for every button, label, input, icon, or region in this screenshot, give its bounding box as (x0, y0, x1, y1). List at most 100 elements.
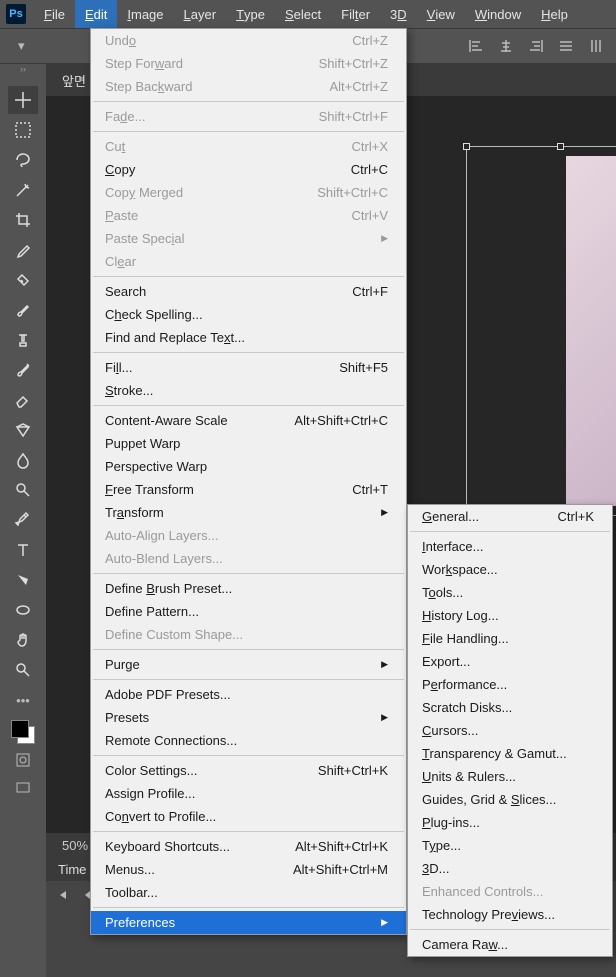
prefs-item-tools[interactable]: Tools... (408, 581, 612, 604)
menu-item-shortcut: Ctrl+F (352, 284, 388, 299)
prefs-item-general[interactable]: General...Ctrl+K (408, 505, 612, 528)
edit-item-check-spelling[interactable]: Check Spelling... (91, 303, 406, 326)
prefs-item-interface[interactable]: Interface... (408, 535, 612, 558)
prefs-item-units-rulers[interactable]: Units & Rulers... (408, 765, 612, 788)
edit-item-define-brush-preset[interactable]: Define Brush Preset... (91, 577, 406, 600)
edit-item-find-and-replace-text[interactable]: Find and Replace Text... (91, 326, 406, 349)
transform-bounding-box[interactable] (466, 146, 616, 516)
eraser-tool[interactable] (8, 386, 38, 414)
edit-item-color-settings[interactable]: Color Settings...Shift+Ctrl+K (91, 759, 406, 782)
edit-item-purge[interactable]: Purge▶ (91, 653, 406, 676)
hand-tool[interactable] (8, 626, 38, 654)
edit-item-preferences[interactable]: Preferences▶ (91, 911, 406, 934)
edit-item-free-transform[interactable]: Free TransformCtrl+T (91, 478, 406, 501)
menu-select[interactable]: Select (275, 0, 331, 28)
clone-stamp-tool[interactable] (8, 326, 38, 354)
color-swatches[interactable] (11, 720, 35, 744)
zoom-tool[interactable] (8, 656, 38, 684)
prefs-item-scratch-disks[interactable]: Scratch Disks... (408, 696, 612, 719)
prefs-item-file-handling[interactable]: File Handling... (408, 627, 612, 650)
menu-view[interactable]: View (417, 0, 465, 28)
edit-item-toolbar[interactable]: Toolbar... (91, 881, 406, 904)
foreground-swatch[interactable] (11, 720, 29, 738)
menu-type[interactable]: Type (226, 0, 275, 28)
handle-top-center[interactable] (557, 143, 564, 150)
edit-item-convert-to-profile[interactable]: Convert to Profile... (91, 805, 406, 828)
prefs-item-transparency-gamut[interactable]: Transparency & Gamut... (408, 742, 612, 765)
menu-window[interactable]: Window (465, 0, 531, 28)
edit-item-perspective-warp[interactable]: Perspective Warp (91, 455, 406, 478)
distribute2-icon[interactable] (588, 38, 604, 54)
first-frame-icon[interactable] (56, 889, 68, 904)
prefs-item-workspace[interactable]: Workspace... (408, 558, 612, 581)
edit-item-menus[interactable]: Menus...Alt+Shift+Ctrl+M (91, 858, 406, 881)
menu-3d[interactable]: 3D (380, 0, 417, 28)
edit-item-transform[interactable]: Transform▶ (91, 501, 406, 524)
crop-tool[interactable] (8, 206, 38, 234)
gradient-tool[interactable] (8, 416, 38, 444)
distribute-icon[interactable] (558, 38, 574, 54)
zoom-level[interactable]: 50% (62, 838, 88, 853)
align-center-icon[interactable] (498, 38, 514, 54)
pen-tool[interactable] (8, 506, 38, 534)
preferences-submenu: General...Ctrl+K Interface... Workspace...… (407, 504, 613, 957)
type-tool[interactable] (8, 536, 38, 564)
prefs-item-export[interactable]: Export... (408, 650, 612, 673)
blur-tool[interactable] (8, 446, 38, 474)
menu-file[interactable]: File (34, 0, 75, 28)
edit-item-assign-profile[interactable]: Assign Profile... (91, 782, 406, 805)
healing-brush-tool[interactable] (8, 266, 38, 294)
shape-tool[interactable] (8, 596, 38, 624)
history-brush-tool[interactable] (8, 356, 38, 384)
move-tool[interactable] (8, 86, 38, 114)
quickmask-button[interactable] (8, 748, 38, 772)
edit-item-define-pattern[interactable]: Define Pattern... (91, 600, 406, 623)
menu-item-label: Toolbar... (105, 885, 388, 900)
menu-item-label: Interface... (422, 539, 594, 554)
prefs-item-technology-previews[interactable]: Technology Previews... (408, 903, 612, 926)
edit-item-step-backward: Step BackwardAlt+Ctrl+Z (91, 75, 406, 98)
handle-top-left[interactable] (463, 143, 470, 150)
prefs-item-history-log[interactable]: History Log... (408, 604, 612, 627)
edit-item-copy[interactable]: CopyCtrl+C (91, 158, 406, 181)
edit-item-search[interactable]: SearchCtrl+F (91, 280, 406, 303)
prefs-item-3d[interactable]: 3D... (408, 857, 612, 880)
prefs-item-performance[interactable]: Performance... (408, 673, 612, 696)
edit-item-content-aware-scale[interactable]: Content-Aware ScaleAlt+Shift+Ctrl+C (91, 409, 406, 432)
marquee-tool[interactable] (8, 116, 38, 144)
align-left-icon[interactable] (468, 38, 484, 54)
edit-item-stroke[interactable]: Stroke... (91, 379, 406, 402)
menu-help[interactable]: Help (531, 0, 578, 28)
brush-tool[interactable] (8, 296, 38, 324)
menu-item-label: Color Settings... (105, 763, 294, 778)
prefs-item-enhanced-controls: Enhanced Controls... (408, 880, 612, 903)
dodge-tool[interactable] (8, 476, 38, 504)
prefs-item-camera-raw[interactable]: Camera Raw... (408, 933, 612, 956)
document-tab[interactable]: 앞면 (62, 71, 86, 90)
edit-item-puppet-warp[interactable]: Puppet Warp (91, 432, 406, 455)
align-right-icon[interactable] (528, 38, 544, 54)
edit-toolbar-button[interactable]: ••• (8, 688, 38, 712)
lasso-tool[interactable] (8, 146, 38, 174)
prefs-item-guides-grid-slices[interactable]: Guides, Grid & Slices... (408, 788, 612, 811)
menu-layer[interactable]: Layer (174, 0, 227, 28)
menu-image[interactable]: Image (117, 0, 173, 28)
edit-item-remote-connections[interactable]: Remote Connections... (91, 729, 406, 752)
menu-filter[interactable]: Filter (331, 0, 380, 28)
edit-item-keyboard-shortcuts[interactable]: Keyboard Shortcuts...Alt+Shift+Ctrl+K (91, 835, 406, 858)
timeline-title[interactable]: Time (58, 862, 86, 877)
edit-item-presets[interactable]: Presets▶ (91, 706, 406, 729)
path-selection-tool[interactable] (8, 566, 38, 594)
edit-item-fill[interactable]: Fill...Shift+F5 (91, 356, 406, 379)
prefs-item-cursors[interactable]: Cursors... (408, 719, 612, 742)
menu-edit[interactable]: Edit (75, 0, 117, 28)
prefs-item-type[interactable]: Type... (408, 834, 612, 857)
tool-panel-grip[interactable]: ›› (0, 64, 46, 84)
screenmode-button[interactable] (8, 776, 38, 800)
magic-wand-tool[interactable] (8, 176, 38, 204)
menu-item-shortcut: Shift+F5 (339, 360, 388, 375)
edit-item-adobe-pdf-presets[interactable]: Adobe PDF Presets... (91, 683, 406, 706)
chevron-down-icon[interactable]: ▾ (18, 38, 25, 54)
eyedropper-tool[interactable] (8, 236, 38, 264)
prefs-item-plug-ins[interactable]: Plug-ins... (408, 811, 612, 834)
